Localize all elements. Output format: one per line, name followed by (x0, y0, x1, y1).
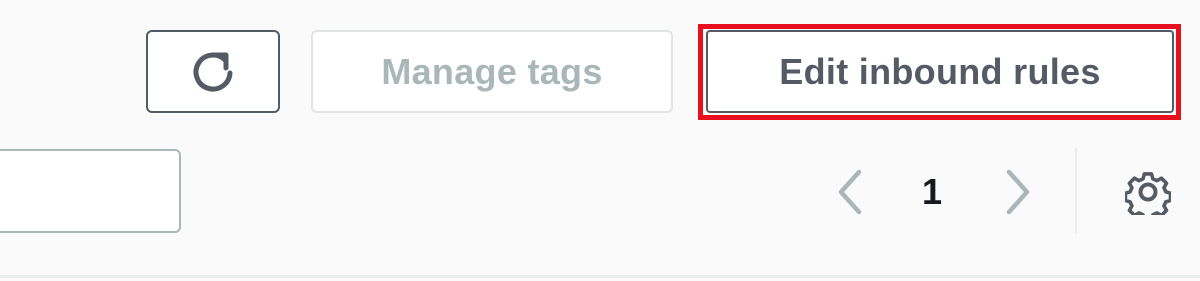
manage-tags-label: Manage tags (381, 50, 603, 92)
previous-page-button[interactable] (826, 165, 874, 219)
next-page-button[interactable] (994, 165, 1042, 219)
bottom-divider (0, 275, 1200, 278)
page-number-1[interactable]: 1 (900, 165, 964, 219)
pagination-divider (1075, 148, 1077, 234)
gear-icon (1125, 172, 1171, 215)
chevron-left-icon (838, 169, 862, 215)
refresh-button[interactable] (146, 30, 280, 113)
refresh-icon (193, 52, 233, 91)
search-input[interactable] (0, 149, 181, 233)
preferences-button[interactable] (1120, 164, 1176, 220)
chevron-right-icon (1006, 169, 1030, 215)
manage-tags-button[interactable]: Manage tags (311, 30, 673, 113)
highlight-box (698, 24, 1181, 120)
